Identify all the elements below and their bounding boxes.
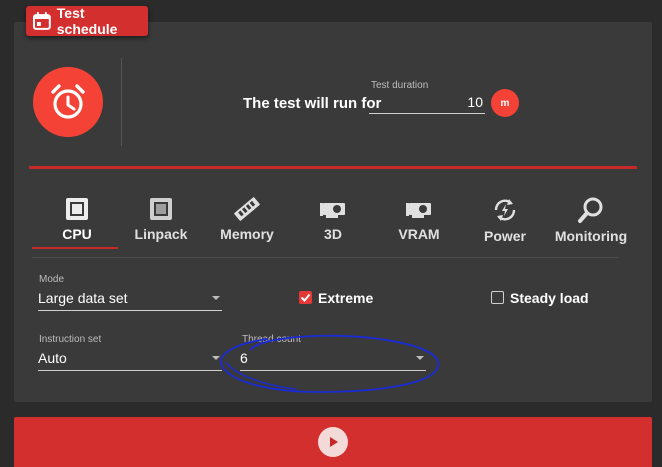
instruction-set-value: Auto: [38, 350, 67, 366]
alarm-clock-icon: [51, 84, 85, 119]
tab-3d[interactable]: 3D: [288, 194, 378, 250]
magnifier-icon: [578, 197, 603, 223]
header-separator: [29, 166, 637, 169]
tab-label: 3D: [324, 226, 342, 242]
thread-count-select[interactable]: 6: [240, 347, 426, 371]
test-duration-label: Test duration: [371, 80, 429, 91]
mode-value: Large data set: [38, 290, 128, 306]
thread-count-value: 6: [240, 350, 248, 366]
alarm-clock-badge: [33, 67, 103, 137]
test-schedule-badge: Test schedule: [26, 5, 148, 37]
instruction-set-select[interactable]: Auto: [38, 347, 222, 371]
instruction-set-label: Instruction set: [39, 334, 102, 345]
tabs-divider: [32, 257, 618, 258]
tab-memory[interactable]: Memory: [202, 194, 292, 250]
duration-unit-toggle[interactable]: m: [491, 89, 519, 117]
tab-monitoring[interactable]: Monitoring: [546, 194, 636, 250]
steady-load-label: Steady load: [510, 290, 589, 306]
tab-cpu[interactable]: CPU: [32, 194, 122, 250]
test-duration-input[interactable]: 10: [369, 92, 485, 114]
active-tab-indicator: [32, 247, 118, 249]
tab-label: VRAM: [398, 226, 440, 242]
tab-label: Power: [483, 228, 526, 244]
tab-vram[interactable]: VRAM: [374, 194, 464, 250]
memory-stick-icon: [234, 197, 260, 221]
calendar-icon: [32, 12, 51, 30]
extreme-label: Extreme: [318, 290, 374, 306]
badge-title: Test schedule: [56, 5, 118, 37]
tab-label: Monitoring: [554, 228, 628, 244]
tab-label: CPU: [62, 226, 92, 242]
test-type-tabs: CPU Linpack Memory 3D VRAM Power Monitor…: [32, 194, 632, 254]
chevron-down-icon: [212, 356, 220, 360]
graphics-card-icon: [406, 203, 431, 218]
steady-load-checkbox[interactable]: [491, 291, 504, 304]
run-duration-text: The test will run for: [243, 95, 382, 112]
mode-label: Mode: [39, 274, 65, 285]
mode-select[interactable]: Large data set: [38, 287, 222, 311]
cpu-chip-icon: [66, 198, 88, 220]
start-test-button[interactable]: [318, 427, 348, 457]
extreme-checkbox[interactable]: [299, 291, 312, 304]
chevron-down-icon: [416, 356, 424, 360]
tab-power[interactable]: Power: [460, 194, 550, 250]
tab-label: Linpack: [134, 226, 188, 242]
power-cycle-icon: [494, 199, 516, 221]
tab-label: Memory: [220, 226, 274, 242]
graphics-card-icon: [320, 203, 345, 218]
chip-outline-icon: [150, 198, 172, 220]
play-icon: [330, 437, 338, 447]
checkmark-icon: [300, 293, 311, 302]
chevron-down-icon: [212, 296, 220, 300]
tab-linpack[interactable]: Linpack: [116, 194, 206, 250]
header-divider: [121, 58, 122, 146]
thread-count-label: Thread count: [242, 334, 301, 345]
